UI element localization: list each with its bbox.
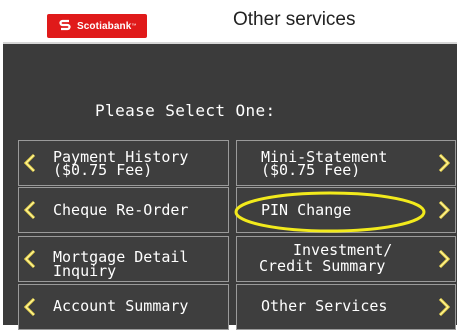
select-prompt: Please Select One: [95,101,276,120]
page-title: Other services [233,9,356,30]
payment-history-fee: ($0.75 Fee) [53,161,153,179]
cheque-reorder-button[interactable]: Cheque Re-Order [18,187,229,233]
trademark-mark: ™ [131,23,137,29]
brand-name: Scotiabank [77,20,132,32]
mini-statement-fee: ($0.75 Fee) [261,161,361,179]
chevron-left-icon [23,297,36,317]
payment-history-button[interactable]: Payment History ($0.75 Fee) [18,140,229,186]
account-summary-button[interactable]: Account Summary [18,284,229,330]
pin-change-button[interactable]: PIN Change [236,187,456,233]
chevron-right-icon [438,249,451,269]
chevron-left-icon [23,249,36,269]
investment-credit-summary-button[interactable]: Investment/ Credit Summary [236,236,456,282]
account-summary-label: Account Summary [53,297,189,315]
credit-summary-label: Credit Summary [259,257,386,275]
mortgage-detail-button[interactable]: Mortgage Detail Inquiry [18,236,229,282]
atm-screen: Scotiabank ™ Other services Please Selec… [3,0,457,330]
scotiabank-s-icon [59,19,71,31]
other-services-button[interactable]: Other Services [236,284,456,330]
scotiabank-logo: Scotiabank ™ [47,14,147,38]
chevron-right-icon [438,297,451,317]
other-services-label: Other Services [261,297,388,315]
header-divider [3,42,457,44]
chevron-right-icon [438,200,451,220]
pin-change-label: PIN Change [261,201,352,219]
mini-statement-button[interactable]: Mini-Statement ($0.75 Fee) [236,140,456,186]
investment-label: Investment/ [293,241,393,259]
cheque-reorder-label: Cheque Re-Order [53,201,189,219]
header: Scotiabank ™ Other services [3,0,457,42]
chevron-right-icon [438,153,451,173]
mortgage-detail-sublabel: Inquiry [53,262,117,280]
chevron-left-icon [23,200,36,220]
chevron-left-icon [23,153,36,173]
